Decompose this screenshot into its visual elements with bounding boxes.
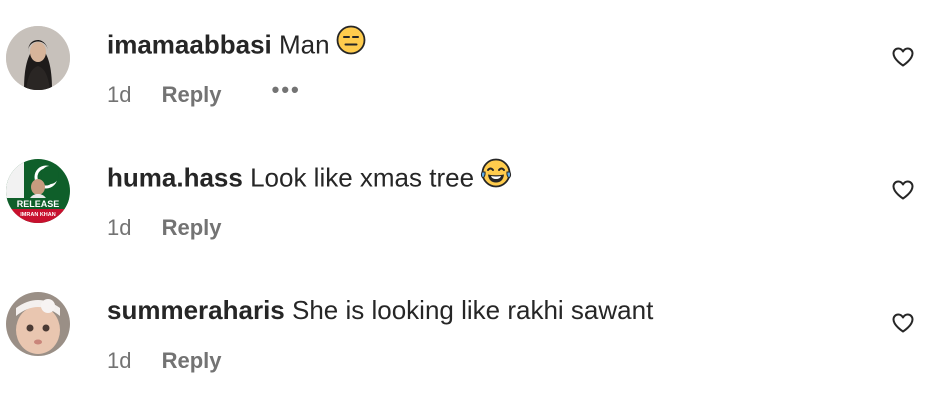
avatar[interactable]: RELEASE IMRAN KHAN xyxy=(6,159,70,223)
avatar-photo xyxy=(6,26,70,90)
heart-outline-icon[interactable] xyxy=(891,45,915,69)
more-options-button[interactable]: ••• xyxy=(272,77,301,103)
reply-button[interactable]: Reply xyxy=(162,348,222,373)
reply-button[interactable]: Reply xyxy=(162,215,222,240)
comment-item: summeraharis She is looking like rakhi s… xyxy=(0,292,933,412)
avatar-badge: RELEASE IMRAN KHAN xyxy=(6,159,70,223)
comment-meta: 1d Reply xyxy=(107,348,222,374)
comment-text-line: huma.hass Look like xmas tree xyxy=(107,158,512,198)
comment-text-line: summeraharis She is looking like rakhi s… xyxy=(107,294,653,326)
reply-button[interactable]: Reply xyxy=(162,82,222,107)
comment-meta: 1d Reply xyxy=(107,215,222,241)
comment-item: imamaabbasi Man 1d Reply ••• xyxy=(0,25,933,146)
heart-outline-icon[interactable] xyxy=(891,178,915,202)
badge-text-release: RELEASE xyxy=(17,199,60,209)
comment-meta: 1d Reply ••• xyxy=(107,77,301,108)
timestamp: 1d xyxy=(107,215,132,240)
heart-outline-icon[interactable] xyxy=(891,311,915,335)
username[interactable]: huma.hass xyxy=(107,162,243,192)
comment-text: Man xyxy=(278,29,330,60)
comment-item: RELEASE IMRAN KHAN huma.hass Look like x… xyxy=(0,158,933,279)
timestamp: 1d xyxy=(107,82,132,107)
comment-text: Look like xmas tree xyxy=(250,162,475,193)
comment-text: She is looking like rakhi sawant xyxy=(292,295,654,325)
comment-text-line: imamaabbasi Man xyxy=(107,25,366,65)
username[interactable]: imamaabbasi xyxy=(107,29,272,59)
timestamp: 1d xyxy=(107,348,132,373)
expressionless-face-emoji xyxy=(336,25,366,62)
avatar-photo xyxy=(6,292,70,356)
badge-text-name: IMRAN KHAN xyxy=(20,212,55,218)
username[interactable]: summeraharis xyxy=(107,295,285,325)
avatar[interactable] xyxy=(6,26,70,90)
avatar[interactable] xyxy=(6,292,70,356)
face-with-tears-of-joy-emoji xyxy=(480,158,512,195)
